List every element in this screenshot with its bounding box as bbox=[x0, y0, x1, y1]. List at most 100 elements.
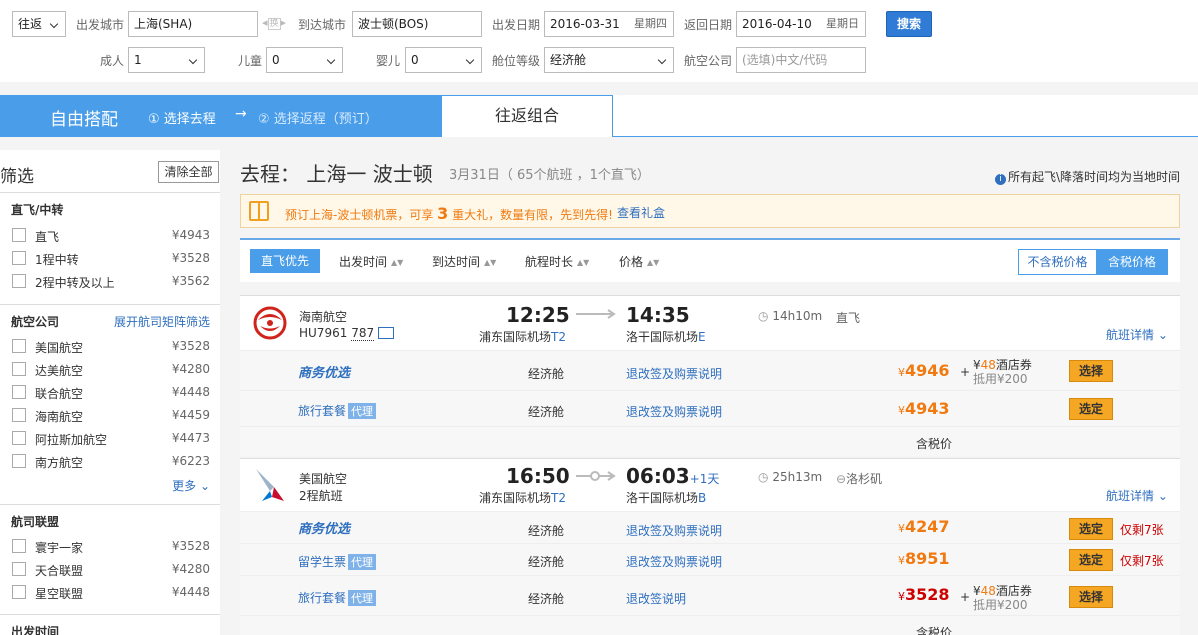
sort-icon: ▲▼ bbox=[577, 258, 590, 267]
from-city-input[interactable]: 上海(SHA) bbox=[128, 11, 258, 37]
fare-rules-link[interactable]: 退改签及购票说明 bbox=[626, 553, 722, 570]
book-button[interactable]: 选择 bbox=[1069, 360, 1113, 382]
checkbox[interactable] bbox=[12, 585, 26, 599]
depart-date-input[interactable]: 2016-03-31 星期四 bbox=[544, 11, 674, 37]
flight-detail-link[interactable]: 航班详情 ⌄ bbox=[1106, 487, 1168, 504]
hainan-airlines-logo bbox=[253, 306, 287, 340]
flight-number: 2程航班 bbox=[299, 489, 343, 503]
filter-item-airline[interactable]: 海南航空 ¥4459 bbox=[12, 407, 210, 425]
fare-rules-link[interactable]: 退改签及购票说明 bbox=[626, 365, 722, 382]
fare-cabin: 经济舱 bbox=[528, 524, 565, 538]
checkbox[interactable] bbox=[12, 539, 26, 553]
incl-tax-option[interactable]: 含税价格 bbox=[1096, 250, 1168, 274]
filter-item-airline[interactable]: 南方航空 ¥6223 bbox=[12, 453, 210, 471]
arrive-time: 06:03+1天 bbox=[626, 464, 720, 488]
fare-product[interactable]: 商务优选 bbox=[298, 518, 350, 537]
sort-duration[interactable]: 航程时长 ▲▼ bbox=[525, 253, 589, 270]
book-button[interactable]: 选定 bbox=[1069, 549, 1113, 571]
view-gift-link[interactable]: 查看礼盒 bbox=[617, 204, 665, 221]
sort-price[interactable]: 价格 ▲▼ bbox=[619, 253, 659, 270]
fare-product[interactable]: 旅行套餐 代理 bbox=[298, 589, 377, 606]
fare-product[interactable]: 留学生票 代理 bbox=[298, 553, 377, 570]
fare-rules-link[interactable]: 退改签及购票说明 bbox=[626, 403, 722, 420]
child-select[interactable]: 0 bbox=[266, 47, 343, 73]
search-button[interactable]: 搜索 bbox=[886, 11, 932, 37]
tab-round-trip-combo[interactable]: 往返组合 bbox=[441, 95, 613, 137]
adult-select[interactable]: 1 bbox=[128, 47, 205, 73]
filter-item-airline[interactable]: 联合航空 ¥4448 bbox=[12, 384, 210, 402]
checkbox[interactable] bbox=[12, 228, 26, 242]
clock-icon: ◷ bbox=[758, 470, 769, 484]
filter-item-airline[interactable]: 美国航空 ¥3528 bbox=[12, 338, 210, 356]
adult-label: 成人 bbox=[100, 54, 125, 68]
sort-depart-time[interactable]: 出发时间 ▲▼ bbox=[339, 253, 403, 270]
search-panel: 往返 出发城市 上海(SHA) ◂ 换 ▸ 到达城市 波士顿(BOS) 出发日期 2… bbox=[0, 0, 1198, 82]
aircraft-info-icon[interactable] bbox=[377, 327, 394, 339]
filter-item-airline[interactable]: 达美航空 ¥4280 bbox=[12, 361, 210, 379]
tax-note-row: 含税价 bbox=[240, 615, 1180, 635]
transfer-icon: ⊖ bbox=[836, 472, 847, 486]
infant-select[interactable]: 0 bbox=[405, 47, 482, 73]
filter-group-airlines: 航空公司 展开航司矩阵筛选 美国航空 ¥3528 达美航空 ¥4280 联合航空 ¥4… bbox=[0, 304, 220, 504]
checkbox[interactable] bbox=[12, 454, 26, 468]
agent-tag: 代理 bbox=[348, 590, 377, 606]
book-button[interactable]: 选定 bbox=[1069, 518, 1113, 540]
fare-rules-link[interactable]: 退改签说明 bbox=[626, 590, 686, 607]
filter-group-title: 直飞/中转 bbox=[11, 203, 64, 217]
filter-sidebar: 筛选 清除全部 直飞/中转 直飞 ¥4943 1程中转 ¥3528 2程中转及以上 ¥… bbox=[0, 150, 220, 635]
checkbox[interactable] bbox=[12, 362, 26, 376]
filter-item-2-stops[interactable]: 2程中转及以上 ¥3562 bbox=[12, 273, 210, 291]
filter-item-alliance[interactable]: 寰宇一家 ¥3528 bbox=[12, 538, 210, 556]
checkbox[interactable] bbox=[12, 408, 26, 422]
excl-tax-option[interactable]: 不含税价格 bbox=[1019, 250, 1096, 274]
fare-product[interactable]: 商务优选 bbox=[298, 362, 350, 381]
checkbox[interactable] bbox=[12, 385, 26, 399]
filter-group-title: 航空公司 bbox=[11, 315, 60, 329]
sort-direct-first[interactable]: 直飞优先 bbox=[250, 249, 320, 273]
checkbox[interactable] bbox=[12, 562, 26, 576]
filter-item-direct[interactable]: 直飞 ¥4943 bbox=[12, 227, 210, 245]
tax-toggle: 不含税价格 含税价格 bbox=[1018, 249, 1168, 275]
filter-group-stops: 直飞/中转 直飞 ¥4943 1程中转 ¥3528 2程中转及以上 ¥3562 bbox=[0, 192, 220, 294]
cabin-select[interactable]: 经济舱 bbox=[544, 47, 674, 73]
filter-item-alliance[interactable]: 天合联盟 ¥4280 bbox=[12, 561, 210, 579]
return-date-label: 返回日期 bbox=[684, 18, 733, 32]
more-airlines-link[interactable]: 更多 ⌄ bbox=[172, 477, 210, 494]
checkbox[interactable] bbox=[12, 251, 26, 265]
book-button[interactable]: 选定 bbox=[1069, 398, 1113, 420]
fare-price: ¥4247 bbox=[898, 517, 950, 536]
checkbox[interactable] bbox=[12, 274, 26, 288]
airline-input[interactable]: (选填)中文/代码 bbox=[736, 47, 866, 73]
flight-duration: ◷ 14h10m bbox=[758, 309, 823, 323]
flight-card: 美国航空 2程航班 16:50 浦东国际机场T2 06:03+1天 洛干国际机场… bbox=[240, 458, 1180, 635]
tickets-left: 仅剩7张 bbox=[1120, 523, 1164, 537]
flight-detail-link[interactable]: 航班详情 ⌄ bbox=[1106, 326, 1168, 343]
cabin-label: 舱位等级 bbox=[492, 54, 541, 68]
transfer-arrow-icon bbox=[576, 471, 616, 481]
transfer-city: ⊖洛杉矶 bbox=[836, 472, 883, 486]
sort-arrive-time[interactable]: 到达时间 ▲▼ bbox=[432, 253, 496, 270]
fare-product[interactable]: 旅行套餐 代理 bbox=[298, 402, 377, 419]
arrive-time: 14:35 bbox=[626, 303, 690, 327]
hotel-coupon: ¥48酒店券 抵用¥200 bbox=[973, 584, 1032, 612]
to-city-input[interactable]: 波士顿(BOS) bbox=[352, 11, 482, 37]
clear-all-button[interactable]: 清除全部 bbox=[158, 161, 219, 183]
filter-item-1-stop[interactable]: 1程中转 ¥3528 bbox=[12, 250, 210, 268]
return-date-input[interactable]: 2016-04-10 星期日 bbox=[736, 11, 866, 37]
filter-item-alliance[interactable]: 星空联盟 ¥4448 bbox=[12, 584, 210, 602]
sort-icon: ▲▼ bbox=[484, 258, 497, 267]
airline-matrix-link[interactable]: 展开航司矩阵筛选 bbox=[114, 313, 210, 330]
swap-icon[interactable]: ◂ 换 ▸ bbox=[262, 16, 292, 30]
checkbox[interactable] bbox=[12, 339, 26, 353]
tab-free-combo[interactable]: 自由搭配 ① 选择去程 → ② 选择返程（预订） bbox=[0, 95, 441, 137]
book-button[interactable]: 选择 bbox=[1069, 586, 1113, 608]
filter-item-airline[interactable]: 阿拉斯加航空 ¥4473 bbox=[12, 430, 210, 448]
arrive-airport: 洛干国际机场E bbox=[626, 330, 706, 344]
depart-time: 16:50 bbox=[506, 464, 570, 488]
checkbox[interactable] bbox=[12, 431, 26, 445]
promo-text: 预订上海-波士顿机票，可享 3 重大礼，数量有限，先到先得! bbox=[285, 204, 613, 223]
local-time-note: i 所有起飞\降落时间均为当地时间 bbox=[994, 168, 1180, 185]
trip-type-select[interactable]: 往返 bbox=[12, 11, 66, 37]
filter-title: 筛选 bbox=[0, 167, 34, 187]
fare-rules-link[interactable]: 退改签及购票说明 bbox=[626, 522, 722, 539]
